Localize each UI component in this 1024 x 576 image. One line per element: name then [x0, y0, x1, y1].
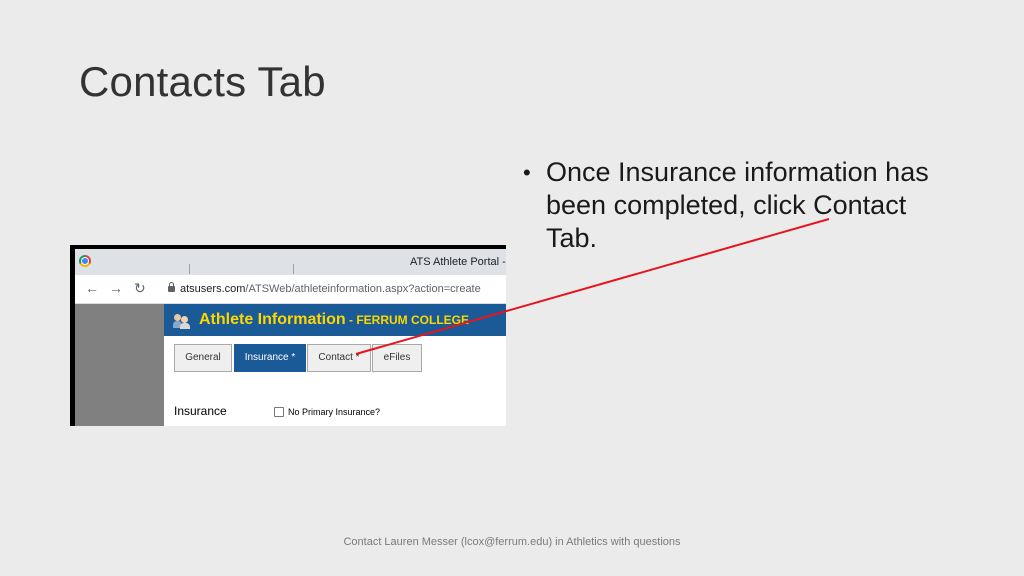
left-gray-panel: [75, 304, 164, 426]
no-primary-insurance-checkbox[interactable]: [274, 407, 284, 417]
tab-separator: [189, 264, 190, 274]
reload-icon[interactable]: ↻: [134, 281, 146, 295]
tab-contact[interactable]: Contact *: [307, 344, 371, 372]
bullet-text: Once Insurance information has been comp…: [546, 157, 929, 253]
tab-general[interactable]: General: [174, 344, 232, 372]
browser-address-bar: ← → ↻ atsusers.com/ATSWeb/athleteinforma…: [75, 275, 506, 304]
tab-efiles[interactable]: eFiles: [372, 344, 422, 372]
athlete-info-page: Athlete Information - FERRUM COLLEGE Gen…: [164, 304, 506, 426]
url-host: atsusers.com: [180, 283, 246, 295]
insurance-section-label: Insurance: [174, 404, 227, 418]
chrome-logo-icon: [79, 255, 91, 267]
page-header-title: Athlete Information - FERRUM COLLEGE: [199, 311, 469, 329]
arrow-right-icon[interactable]: →: [109, 281, 123, 295]
embedded-screenshot: ATS Athlete Portal - A ← → ↻ atsusers.co…: [70, 245, 506, 426]
tab-insurance[interactable]: Insurance *: [234, 344, 306, 372]
arrow-left-icon[interactable]: ←: [85, 281, 99, 295]
browser-tab-strip: ATS Athlete Portal - A: [75, 249, 506, 275]
users-icon: [173, 313, 191, 329]
url-text[interactable]: atsusers.com/ATSWeb/athleteinformation.a…: [180, 283, 481, 295]
no-primary-insurance-label[interactable]: No Primary Insurance?: [288, 407, 380, 417]
slide-footer: Contact Lauren Messer (lcox@ferrum.edu) …: [343, 536, 681, 548]
bullet-dot-icon: •: [523, 160, 531, 185]
bullet-point: • Once Insurance information has been co…: [523, 156, 953, 255]
tab-separator: [293, 264, 294, 274]
browser-tab-title[interactable]: ATS Athlete Portal - A: [410, 256, 506, 268]
page-header: Athlete Information - FERRUM COLLEGE: [164, 304, 506, 336]
url-path: /ATSWeb/athleteinformation.aspx?action=c…: [245, 283, 481, 295]
lock-icon: [168, 282, 175, 292]
header-title-text: Athlete Information: [199, 311, 346, 328]
slide-title: Contacts Tab: [79, 58, 326, 105]
header-subtitle: - FERRUM COLLEGE: [345, 313, 469, 327]
